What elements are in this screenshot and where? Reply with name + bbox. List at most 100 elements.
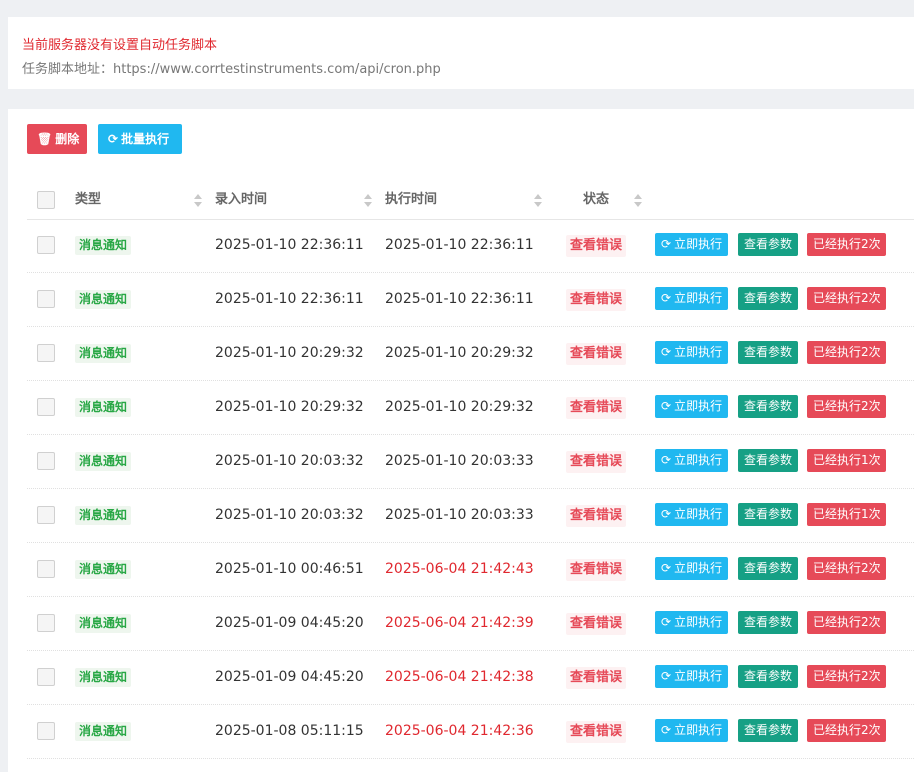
executed-count-badge[interactable]: 已经执行2次 xyxy=(807,719,886,742)
sort-status-icon[interactable] xyxy=(634,194,642,208)
row-checkbox[interactable] xyxy=(37,560,55,578)
view-params-button[interactable]: 查看参数 xyxy=(738,395,798,418)
row-checkbox[interactable] xyxy=(37,344,55,362)
created-time: 2025-01-10 22:36:11 xyxy=(215,237,364,253)
table-row: 消息通知 2025-01-10 20:03:32 2025-01-10 20:03:… xyxy=(27,435,914,489)
refresh-icon: ⟳ xyxy=(661,453,672,467)
refresh-icon: ⟳ xyxy=(661,399,672,413)
column-header-created[interactable]: 录入时间 xyxy=(215,181,267,219)
sort-created-icon[interactable] xyxy=(364,194,372,208)
run-now-button[interactable]: ⟳ 立即执行 xyxy=(655,449,728,472)
row-checkbox[interactable] xyxy=(37,614,55,632)
view-error-link[interactable]: 查看错误 xyxy=(566,289,627,311)
table-body: 消息通知 2025-01-10 22:36:11 2025-01-10 22:36:… xyxy=(27,219,914,759)
run-now-label: 立即执行 xyxy=(674,291,723,305)
row-checkbox[interactable] xyxy=(37,236,55,254)
type-tag: 消息通知 xyxy=(75,290,132,309)
sort-executed-icon[interactable] xyxy=(534,194,542,208)
created-time: 2025-01-10 20:29:32 xyxy=(215,399,364,415)
run-now-button[interactable]: ⟳ 立即执行 xyxy=(655,719,728,742)
table-row: 消息通知 2025-01-09 04:45:20 2025-06-04 21:42:… xyxy=(27,597,914,651)
executed-time: 2025-06-04 21:42:38 xyxy=(385,669,534,685)
view-error-link[interactable]: 查看错误 xyxy=(566,451,627,473)
executed-time: 2025-01-10 20:03:33 xyxy=(385,507,534,523)
view-params-button[interactable]: 查看参数 xyxy=(738,341,798,364)
view-params-button[interactable]: 查看参数 xyxy=(738,665,798,688)
view-error-link[interactable]: 查看错误 xyxy=(566,505,627,527)
view-error-link[interactable]: 查看错误 xyxy=(566,397,627,419)
run-now-button[interactable]: ⟳ 立即执行 xyxy=(655,665,728,688)
view-error-link[interactable]: 查看错误 xyxy=(566,559,627,581)
run-now-button[interactable]: ⟳ 立即执行 xyxy=(655,341,728,364)
run-now-button[interactable]: ⟳ 立即执行 xyxy=(655,503,728,526)
run-now-button[interactable]: ⟳ 立即执行 xyxy=(655,395,728,418)
executed-count-badge[interactable]: 已经执行2次 xyxy=(807,557,886,580)
row-checkbox[interactable] xyxy=(37,722,55,740)
view-error-link[interactable]: 查看错误 xyxy=(566,667,627,689)
view-params-button[interactable]: 查看参数 xyxy=(738,557,798,580)
view-error-link[interactable]: 查看错误 xyxy=(566,613,627,635)
refresh-icon: ⟳ xyxy=(661,723,672,737)
executed-count-badge[interactable]: 已经执行2次 xyxy=(807,611,886,634)
executed-time: 2025-06-04 21:42:43 xyxy=(385,561,534,577)
view-params-button[interactable]: 查看参数 xyxy=(738,719,798,742)
column-header-status[interactable]: 状态 xyxy=(583,181,609,219)
table-row: 消息通知 2025-01-10 20:29:32 2025-01-10 20:29:… xyxy=(27,381,914,435)
row-checkbox[interactable] xyxy=(37,290,55,308)
executed-count-badge[interactable]: 已经执行1次 xyxy=(807,449,886,472)
table-row: 消息通知 2025-01-10 20:29:32 2025-01-10 20:29:… xyxy=(27,327,914,381)
created-time: 2025-01-09 04:45:20 xyxy=(215,669,364,685)
row-checkbox[interactable] xyxy=(37,668,55,686)
executed-count-badge[interactable]: 已经执行1次 xyxy=(807,503,886,526)
executed-count-badge[interactable]: 已经执行2次 xyxy=(807,395,886,418)
run-now-label: 立即执行 xyxy=(674,669,723,683)
executed-count-badge[interactable]: 已经执行2次 xyxy=(807,341,886,364)
view-error-link[interactable]: 查看错误 xyxy=(566,343,627,365)
created-time: 2025-01-10 20:03:32 xyxy=(215,507,364,523)
row-checkbox[interactable] xyxy=(37,398,55,416)
run-now-label: 立即执行 xyxy=(674,723,723,737)
type-tag: 消息通知 xyxy=(75,668,132,687)
refresh-icon: ⟳ xyxy=(661,345,672,359)
type-tag: 消息通知 xyxy=(75,722,132,741)
run-now-button[interactable]: ⟳ 立即执行 xyxy=(655,287,728,310)
table-header: 类型 录入时间 执行时间 状态 xyxy=(27,181,914,220)
view-error-link[interactable]: 查看错误 xyxy=(566,721,627,743)
view-params-button[interactable]: 查看参数 xyxy=(738,611,798,634)
row-checkbox[interactable] xyxy=(37,452,55,470)
table-row: 消息通知 2025-01-10 20:03:32 2025-01-10 20:03:… xyxy=(27,489,914,543)
executed-time: 2025-06-04 21:42:36 xyxy=(385,723,534,739)
table-row: 消息通知 2025-01-10 22:36:11 2025-01-10 22:36:… xyxy=(27,219,914,273)
view-params-button[interactable]: 查看参数 xyxy=(738,233,798,256)
type-tag: 消息通知 xyxy=(75,506,132,525)
created-time: 2025-01-10 20:03:32 xyxy=(215,453,364,469)
sort-type-icon[interactable] xyxy=(194,194,202,208)
run-now-button[interactable]: ⟳ 立即执行 xyxy=(655,611,728,634)
executed-count-badge[interactable]: 已经执行2次 xyxy=(807,287,886,310)
refresh-icon: ⟳ xyxy=(661,237,672,251)
batch-execute-button[interactable]: ⟳ 批量执行 xyxy=(98,124,182,154)
executed-time: 2025-01-10 20:03:33 xyxy=(385,453,534,469)
run-now-button[interactable]: ⟳ 立即执行 xyxy=(655,233,728,256)
row-checkbox[interactable] xyxy=(37,506,55,524)
executed-count-badge[interactable]: 已经执行2次 xyxy=(807,233,886,256)
select-all-checkbox[interactable] xyxy=(37,191,55,209)
delete-button[interactable]: 🗑 删除 xyxy=(27,124,87,154)
run-now-label: 立即执行 xyxy=(674,399,723,413)
executed-count-badge[interactable]: 已经执行2次 xyxy=(807,665,886,688)
view-params-button[interactable]: 查看参数 xyxy=(738,287,798,310)
run-now-label: 立即执行 xyxy=(674,615,723,629)
run-now-button[interactable]: ⟳ 立即执行 xyxy=(655,557,728,580)
column-header-type[interactable]: 类型 xyxy=(75,181,101,219)
column-header-executed[interactable]: 执行时间 xyxy=(385,181,437,219)
refresh-icon: ⟳ xyxy=(661,561,672,575)
type-tag: 消息通知 xyxy=(75,236,132,255)
run-now-label: 立即执行 xyxy=(674,561,723,575)
executed-time: 2025-01-10 20:29:32 xyxy=(385,345,534,361)
view-error-link[interactable]: 查看错误 xyxy=(566,235,627,257)
view-params-button[interactable]: 查看参数 xyxy=(738,449,798,472)
created-time: 2025-01-09 04:45:20 xyxy=(215,615,364,631)
view-params-button[interactable]: 查看参数 xyxy=(738,503,798,526)
created-time: 2025-01-10 20:29:32 xyxy=(215,345,364,361)
task-list-panel: 🗑 删除 ⟳ 批量执行 类型 录入时间 执行时间 状态 消息通知 2025-01-10… xyxy=(8,109,914,772)
